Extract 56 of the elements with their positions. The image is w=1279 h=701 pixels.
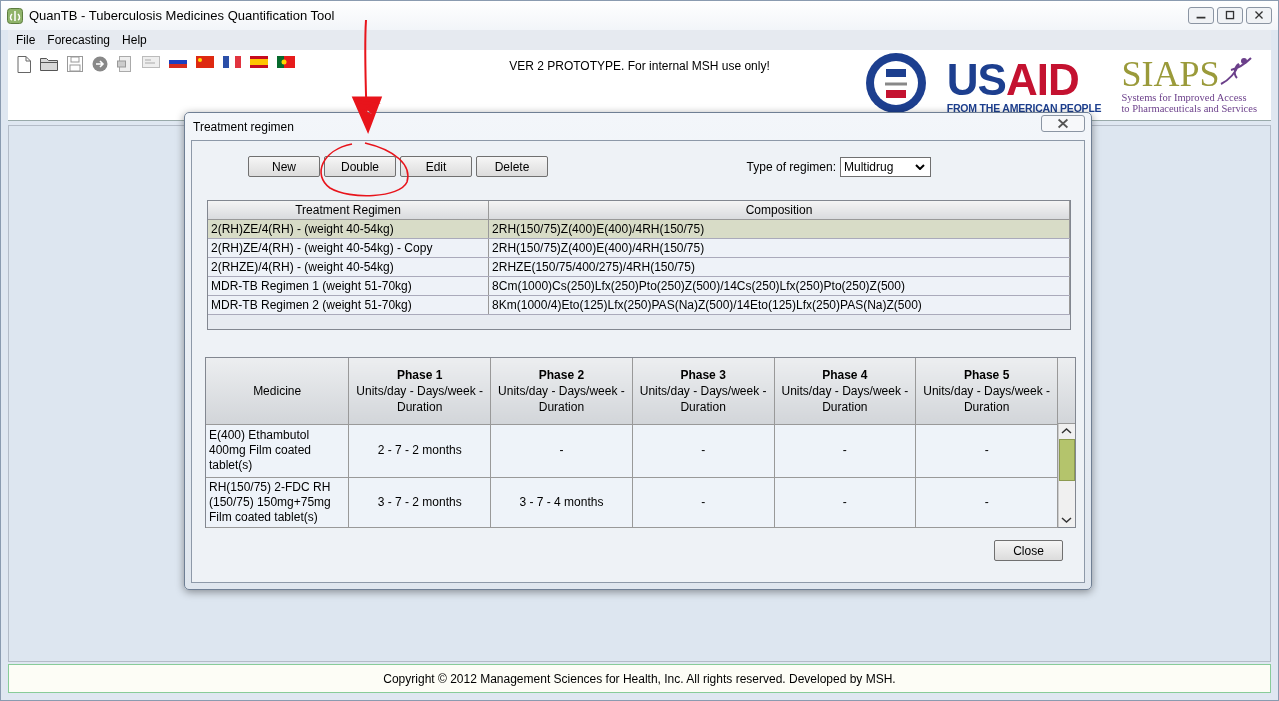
save-icon[interactable] xyxy=(67,56,83,72)
document-icon[interactable] xyxy=(117,56,133,72)
folder-icon[interactable] xyxy=(40,56,58,71)
china-flag-icon[interactable] xyxy=(196,56,214,68)
table-cell: - xyxy=(915,424,1058,477)
maximize-icon[interactable] xyxy=(1217,7,1243,24)
table-cell: - xyxy=(915,477,1058,527)
figure-icon xyxy=(1219,55,1254,86)
column-header: Phase 5 Units/day - Days/week - Duration xyxy=(915,358,1058,424)
copyright-text: Copyright © 2012 Management Sciences for Health, Inc. All rights reserved. Developed by MSH. xyxy=(383,670,896,688)
portugal-flag-icon[interactable] xyxy=(277,56,295,68)
header-filler xyxy=(1058,358,1075,424)
table-cell: - xyxy=(774,477,916,527)
dialog-title: Treatment regimen xyxy=(193,118,294,136)
column-header: Phase 3 Units/day - Days/week - Duration xyxy=(632,358,774,424)
table-cell: - xyxy=(632,424,774,477)
menu-item[interactable]: File xyxy=(16,31,36,49)
table-cell: - xyxy=(632,477,774,527)
column-header: Phase 2 Units/day - Days/week - Duration xyxy=(490,358,633,424)
france-flag-icon[interactable] xyxy=(223,56,241,68)
spain-flag-icon[interactable] xyxy=(250,56,268,68)
close-icon[interactable] xyxy=(1041,115,1085,132)
close-icon[interactable] xyxy=(1246,7,1272,24)
table-cell: - xyxy=(774,424,916,477)
column-header: Composition xyxy=(488,201,1070,220)
column-header: Phase 4 Units/day - Days/week - Duration xyxy=(774,358,916,424)
siaps-wordmark: SIAPS xyxy=(1121,55,1220,92)
table-cell: 3 - 7 - 4 months xyxy=(490,477,633,527)
menu-item[interactable]: Forecasting xyxy=(47,31,111,49)
table-cell: RH(150/75) 2-FDC RH (150/75) 150mg+75mg Film coated tablet(s) xyxy=(206,477,349,527)
usaid-tagline: FROM THE AMERICAN PEOPLE xyxy=(946,102,1102,114)
column-header: Treatment Regimen xyxy=(208,201,489,220)
menu-item[interactable]: Help xyxy=(122,31,147,49)
arrow-circle-icon[interactable] xyxy=(92,56,108,72)
action-button[interactable]: New xyxy=(248,156,320,177)
siaps-tagline: Systems for Improved Access to Pharmaceuticals and Services xyxy=(1121,91,1257,114)
banner-text: VER 2 PROTOTYPE. For internal MSH use only! xyxy=(509,59,770,73)
app-icon xyxy=(7,7,23,24)
usaid-wordmark: USAID xyxy=(946,58,1080,102)
new-document-icon[interactable] xyxy=(17,56,31,73)
scrollbar-thumb[interactable] xyxy=(1059,439,1075,481)
action-button[interactable]: Double xyxy=(324,156,396,177)
scrollbar[interactable] xyxy=(1058,424,1075,527)
caret-icon xyxy=(915,163,925,170)
table-cell: E(400) Ethambutol 400mg Film coated tablet(s) xyxy=(206,424,349,477)
action-button[interactable]: Delete xyxy=(476,156,548,177)
window-title: QuanTB - Tuberculosis Medicines Quantification Tool xyxy=(29,6,335,25)
table-cell: 2 - 7 - 2 months xyxy=(348,424,491,477)
table-cell: 3 - 7 - 2 months xyxy=(348,477,491,527)
column-header: Phase 1 Units/day - Days/week - Duration xyxy=(348,358,491,424)
table-cell: - xyxy=(490,424,633,477)
type-label: Type of regimen: xyxy=(746,158,836,176)
column-header: Medicine xyxy=(206,358,349,424)
regimen-type-dropdown[interactable]: Multidrug xyxy=(840,156,931,177)
action-button[interactable]: Edit xyxy=(400,156,472,177)
close-button[interactable]: Close xyxy=(994,540,1063,561)
